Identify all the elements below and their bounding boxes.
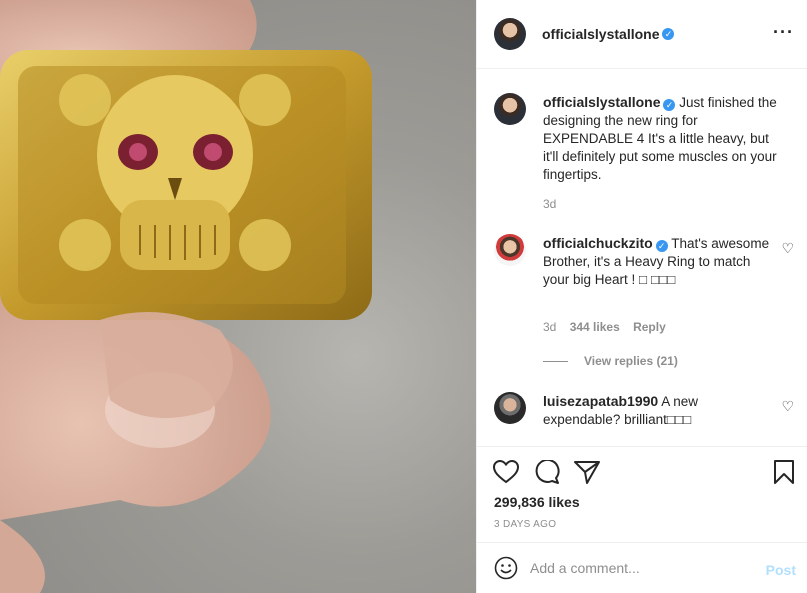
likes-count[interactable]: 299,836 likes: [494, 494, 580, 510]
commenter-avatar[interactable]: [494, 234, 526, 266]
replies-divider: [543, 360, 568, 362]
comment-text-block: officialchuckzito ✓ That's awesome Brothe…: [543, 234, 778, 289]
ring-image: [0, 0, 372, 593]
comment-meta: 3d 344 likes Reply: [543, 320, 666, 334]
commenter-avatar[interactable]: [494, 392, 526, 424]
author-avatar[interactable]: [494, 18, 526, 50]
reply-button[interactable]: Reply: [633, 320, 666, 334]
post-button[interactable]: Post: [766, 562, 796, 578]
verified-badge-icon: ✓: [663, 99, 676, 111]
comment-input[interactable]: [530, 560, 750, 576]
comment-text-block: luisezapatab1990 A new expendable? brill…: [543, 392, 778, 429]
post-date[interactable]: 3 DAYS AGO: [494, 519, 556, 530]
heart-icon[interactable]: [493, 460, 519, 484]
author-username[interactable]: officialslystallone: [542, 26, 659, 42]
caption-time: 3d: [543, 197, 557, 211]
caption-username[interactable]: officialslystallone: [543, 94, 660, 110]
post-sidebar: officialslystallone ✓ ··· officialslysta…: [476, 0, 807, 593]
add-comment-bar: Post: [477, 542, 807, 593]
comment-time: 3d: [543, 320, 557, 334]
comment-like-heart-icon[interactable]: ♡: [781, 240, 794, 257]
verified-badge-icon: ✓: [662, 28, 675, 40]
post-actions: 299,836 likes 3 DAYS AGO: [477, 446, 807, 542]
comments-list: officialslystallone ✓ Just finished the d…: [477, 69, 807, 446]
comment-username[interactable]: officialchuckzito: [543, 235, 653, 251]
emoji-icon[interactable]: [494, 556, 518, 580]
view-replies-button[interactable]: View replies (21): [543, 354, 678, 368]
verified-badge-icon: ✓: [655, 240, 668, 252]
save-icon[interactable]: [773, 460, 795, 484]
comment-username[interactable]: luisezapatab1990: [543, 393, 658, 409]
view-replies-label: View replies (21): [584, 354, 678, 368]
comment-likes[interactable]: 344 likes: [570, 320, 620, 334]
caption-avatar[interactable]: [494, 93, 526, 125]
post-photo[interactable]: [0, 0, 476, 593]
more-options-icon[interactable]: ···: [773, 22, 794, 43]
post-header: officialslystallone ✓ ···: [477, 0, 807, 69]
share-icon[interactable]: [574, 460, 600, 484]
comment-like-heart-icon[interactable]: ♡: [781, 398, 794, 415]
caption-text-block: officialslystallone ✓ Just finished the d…: [543, 93, 778, 184]
comment-icon[interactable]: [534, 460, 560, 484]
